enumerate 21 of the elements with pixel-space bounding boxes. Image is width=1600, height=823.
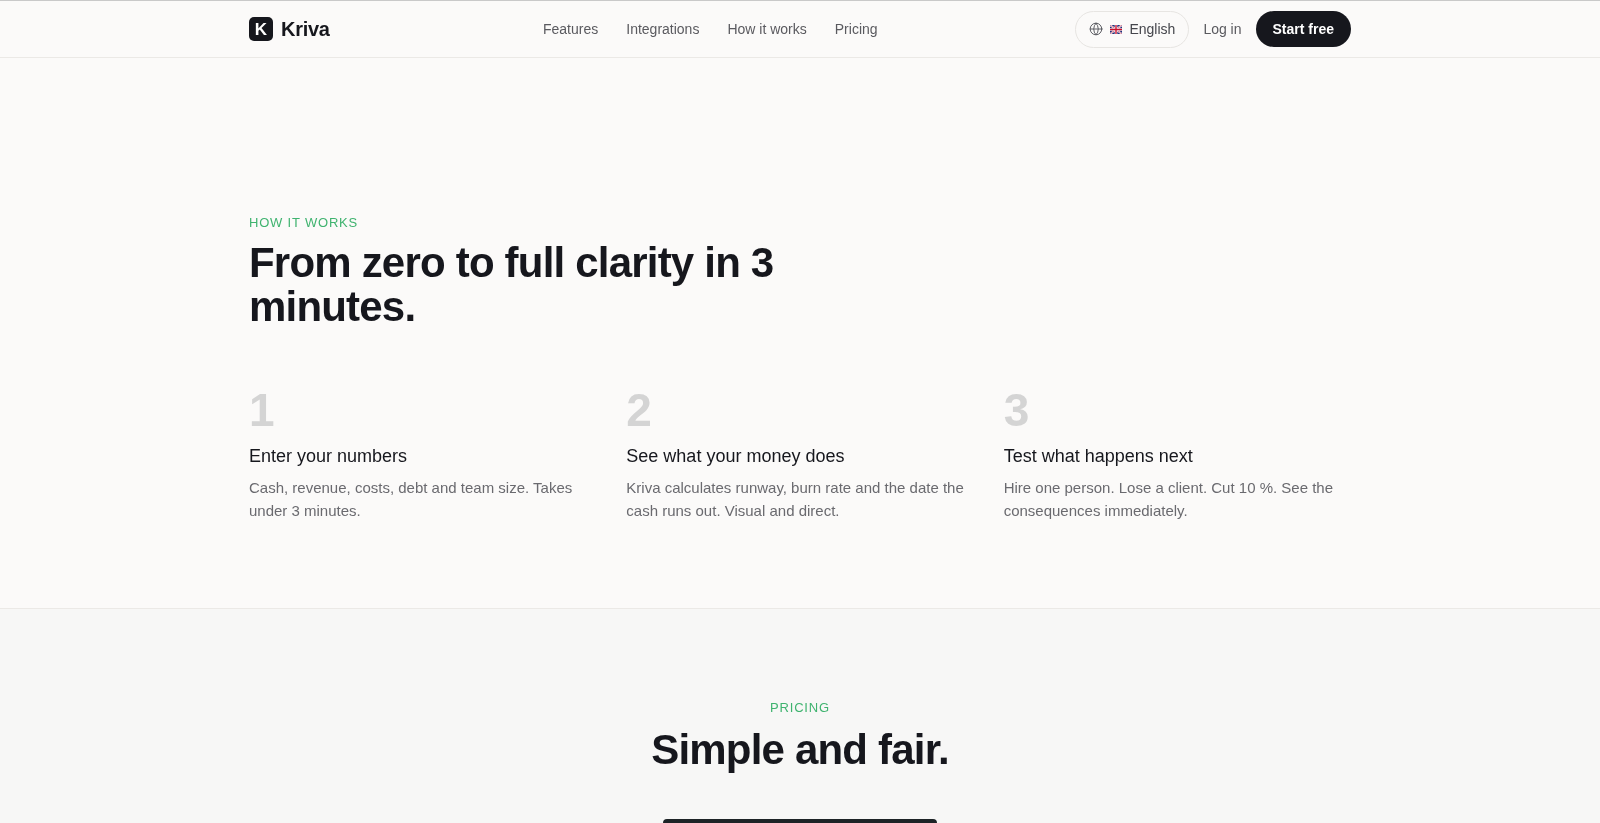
language-selector[interactable]: English (1075, 10, 1190, 48)
section-eyebrow: HOW IT WORKS (249, 215, 360, 231)
step-title: Test what happens next (1003, 445, 1194, 468)
brand-name[interactable]: Kriva (281, 14, 330, 44)
step-description: Cash, revenue, costs, debt and team size. Takes under 3 minutes. (249, 478, 574, 521)
flag-icon (1110, 24, 1123, 34)
step-title: See what your money does (626, 445, 846, 468)
section-heading: Simple and fair. (651, 726, 949, 774)
step-description: Kriva calculates runway, burn rate and the date the cash runs out. Visual and direct. (626, 478, 965, 521)
nav-link[interactable]: How it works (727, 18, 807, 40)
nav-link[interactable]: Integrations (626, 18, 700, 40)
globe-icon (1089, 22, 1104, 36)
nav-link[interactable]: Features (543, 18, 599, 40)
section-eyebrow: PRICING (770, 700, 830, 716)
logo-mark[interactable]: K (249, 17, 273, 41)
section-heading: From zero to full clarity in 3 minutes. (249, 241, 775, 329)
nav-link[interactable]: Pricing (834, 18, 878, 40)
start-free-button[interactable]: Start free (1255, 11, 1351, 47)
step-description: Hire one person. Lose a client. Cut 10 %. See the consequences immediately. (1003, 478, 1335, 521)
login-link[interactable]: Log in (1203, 18, 1242, 40)
step-title: Enter your numbers (249, 445, 409, 468)
